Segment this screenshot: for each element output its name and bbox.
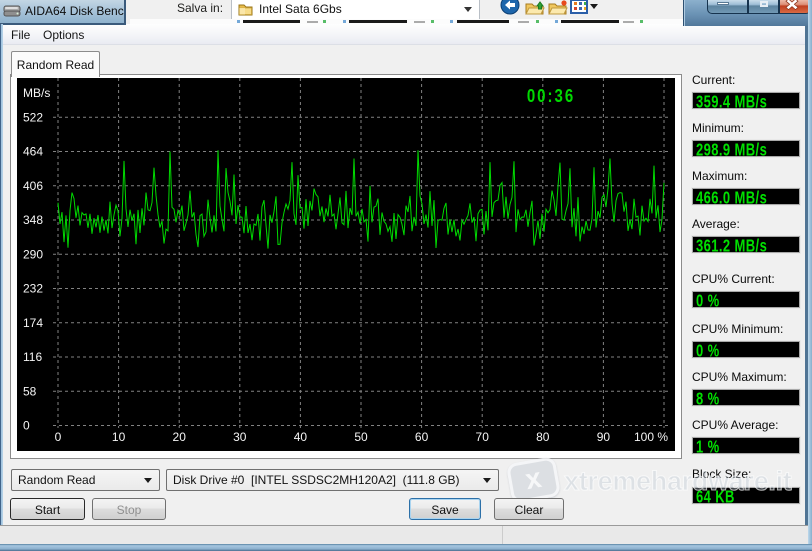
svg-text:70: 70 [476,430,490,444]
svg-text:232: 232 [23,282,43,296]
svg-text:10: 10 [112,430,126,444]
svg-text:522: 522 [23,111,43,125]
svg-text:406: 406 [23,179,43,193]
svg-text:60: 60 [415,430,429,444]
svg-text:50: 50 [354,430,368,444]
svg-text:80: 80 [536,430,550,444]
svg-text:0: 0 [55,430,62,444]
svg-text:90: 90 [597,430,611,444]
svg-text:40: 40 [294,430,308,444]
svg-text:174: 174 [23,316,43,330]
svg-text:116: 116 [23,350,42,364]
svg-text:MB/s: MB/s [23,86,50,100]
svg-text:0: 0 [23,419,30,433]
svg-text:30: 30 [233,430,247,444]
svg-text:20: 20 [173,430,187,444]
svg-text:348: 348 [23,213,43,227]
svg-text:100 %: 100 % [634,430,668,444]
svg-text:464: 464 [23,145,43,159]
svg-text:58: 58 [23,384,37,398]
svg-text:290: 290 [23,248,43,262]
